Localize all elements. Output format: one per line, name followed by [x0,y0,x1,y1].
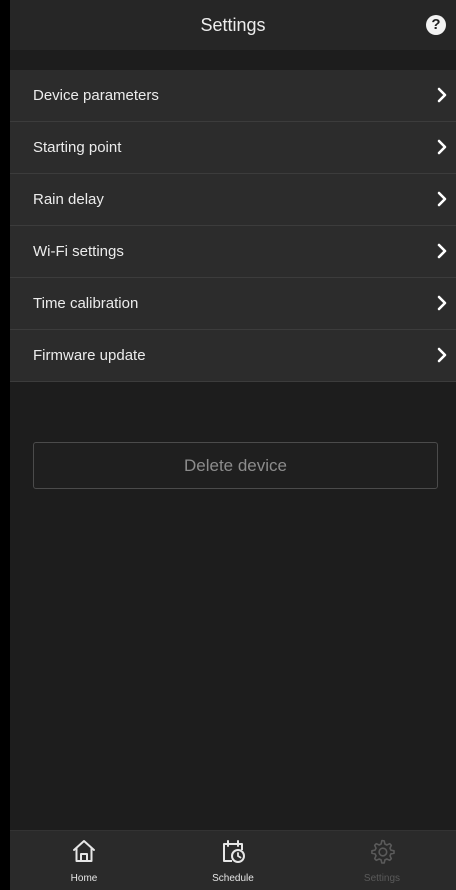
settings-screen: Settings ? Device parameters Starting po… [10,0,456,890]
app-header: Settings ? [10,0,456,50]
tab-home[interactable]: Home [10,831,158,890]
menu-item-time-calibration[interactable]: Time calibration [10,278,456,330]
settings-menu: Device parameters Starting point Rain de… [10,70,456,382]
chevron-right-icon [437,87,447,103]
chevron-right-icon [437,243,447,259]
menu-item-rain-delay[interactable]: Rain delay [10,174,456,226]
menu-item-wifi-settings[interactable]: Wi-Fi settings [10,226,456,278]
home-icon [73,840,95,862]
menu-item-label: Starting point [33,139,122,156]
menu-item-label: Device parameters [33,87,159,104]
help-icon[interactable]: ? [426,15,446,35]
bottom-tab-bar: Home Schedule Settings [10,830,456,890]
tab-label: Settings [363,873,401,884]
page-title: Settings [200,15,266,35]
menu-item-label: Time calibration [33,295,139,312]
tab-label: Schedule [212,873,254,884]
chevron-right-icon [437,139,447,155]
calendar-clock-icon [223,840,245,863]
tab-settings[interactable]: Settings [308,831,456,890]
menu-item-label: Rain delay [33,191,104,208]
chevron-right-icon [437,191,447,207]
tab-label: Home [70,873,98,884]
menu-item-firmware-update[interactable]: Firmware update [10,330,456,382]
menu-item-label: Wi-Fi settings [33,243,124,260]
tab-schedule[interactable]: Schedule [159,831,307,890]
gear-icon [371,839,395,864]
chevron-right-icon [437,347,447,363]
menu-item-label: Firmware update [33,347,146,364]
menu-item-starting-point[interactable]: Starting point [10,122,456,174]
delete-device-button[interactable]: Delete device [33,442,438,489]
chevron-right-icon [437,295,447,311]
menu-item-device-parameters[interactable]: Device parameters [10,70,456,122]
